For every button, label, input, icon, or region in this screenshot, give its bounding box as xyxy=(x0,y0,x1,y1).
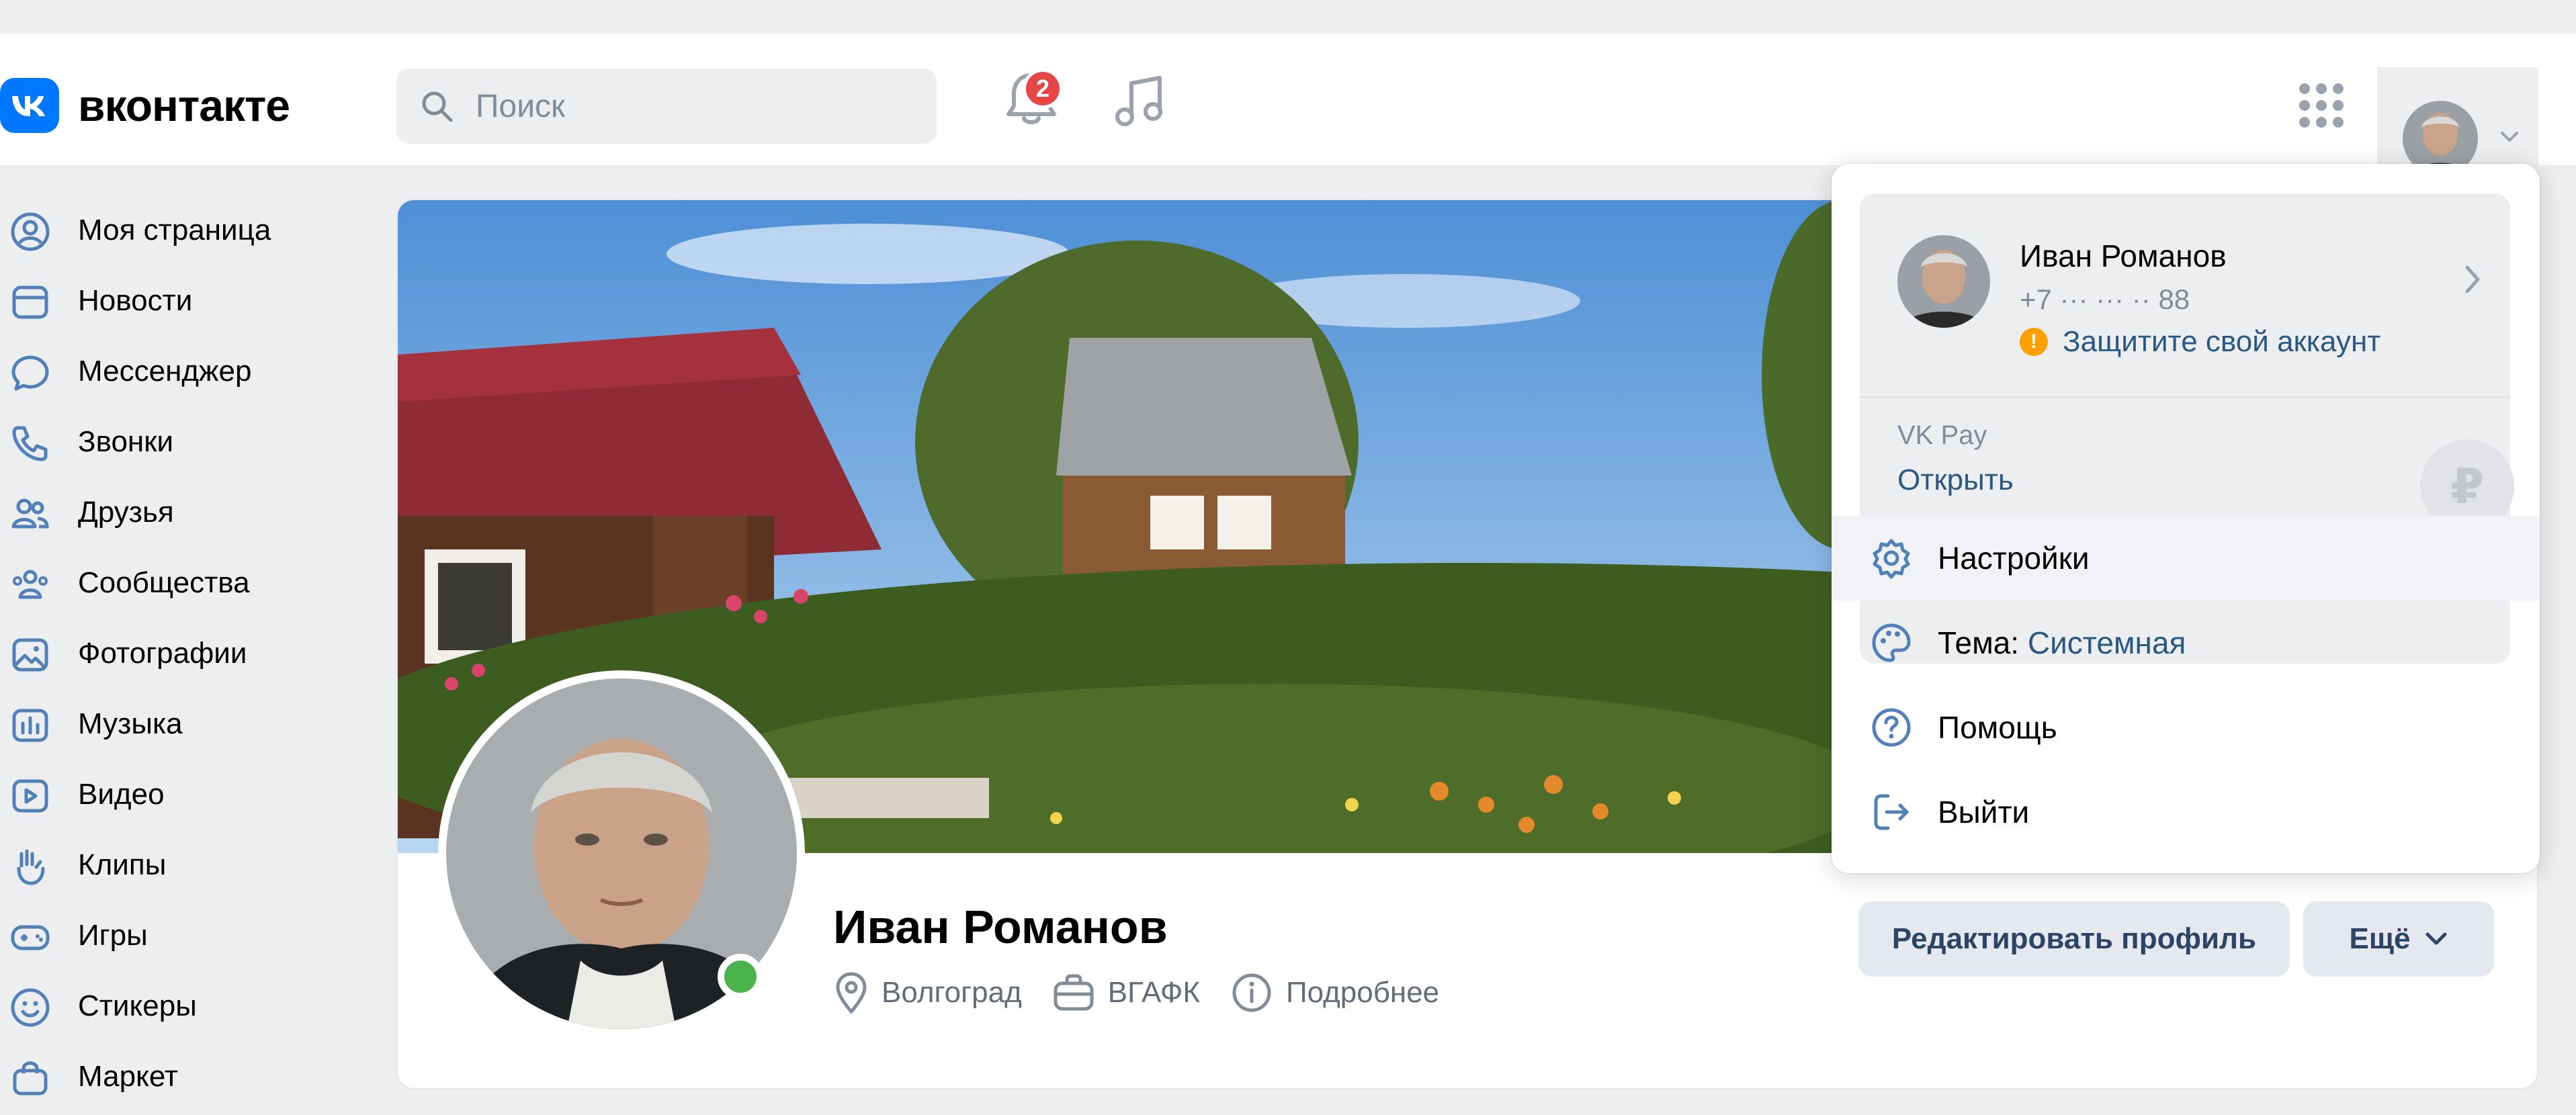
warning-icon: ! xyxy=(2020,328,2048,356)
sidebar-item-label: Маркет xyxy=(78,1059,178,1093)
logout-icon xyxy=(1874,794,1909,830)
more-button-label: Ещё xyxy=(2349,922,2411,955)
sidebar-item-label: Моя страница xyxy=(78,213,271,247)
theme-value: Системная xyxy=(2027,625,2186,660)
sidebar-item-label: Музыка xyxy=(78,707,183,740)
divider xyxy=(1860,396,2510,398)
location-pin-icon xyxy=(836,972,867,1014)
top-header: вконтакте 2 xyxy=(0,34,2576,199)
profile-info-row: Волгоград ВГАФК Подробнее xyxy=(834,971,1470,1014)
vk-logo-icon xyxy=(0,78,59,133)
sidebar-item-label: Сообщества xyxy=(78,566,250,599)
profile-city: Волгоград xyxy=(834,971,1022,1014)
vk-page: вконтакте 2 xyxy=(0,0,2576,1115)
search-input[interactable] xyxy=(476,86,906,126)
music-button[interactable] xyxy=(1110,71,1170,132)
music-chart-icon xyxy=(12,709,48,742)
info-icon xyxy=(1232,973,1271,1012)
more-button[interactable]: Ещё xyxy=(2303,901,2494,977)
help-icon xyxy=(1872,708,1911,747)
sidebar-item-market[interactable]: Маркет xyxy=(0,1041,363,1112)
sidebar-item-video[interactable]: Видео xyxy=(0,759,363,830)
left-sidebar: Моя страница Новости Мессенджер Звонки Д… xyxy=(0,195,363,1112)
apps-button[interactable] xyxy=(2298,82,2345,129)
chevron-down-icon xyxy=(2501,132,2518,142)
account-phone: +7 ··· ··· ·· 88 xyxy=(2020,283,2190,315)
profile-name: Иван Романов xyxy=(833,901,1168,953)
sidebar-item-label: Видео xyxy=(78,777,165,811)
music-note-icon xyxy=(1115,76,1162,126)
sidebar-item-communities[interactable]: Сообщества xyxy=(0,547,363,618)
message-icon xyxy=(11,355,49,391)
sidebar-item-label: Мессенджер xyxy=(78,354,252,388)
menu-theme[interactable]: Тема: Системная xyxy=(1832,600,2540,685)
communities-icon xyxy=(13,570,48,599)
gamepad-icon xyxy=(11,925,50,950)
menu-settings-label: Настройки xyxy=(1938,541,2090,576)
menu-settings[interactable]: Настройки xyxy=(1832,516,2540,600)
search-icon xyxy=(419,89,456,128)
account-name: Иван Романов xyxy=(2020,238,2227,273)
sidebar-item-label: Игры xyxy=(78,918,148,952)
sidebar-item-label: Стикеры xyxy=(78,989,197,1022)
protect-account-text: Защитите свой аккаунт xyxy=(2063,325,2381,358)
user-circle-icon xyxy=(11,212,50,251)
profile-education-text: ВГАФК xyxy=(1107,976,1200,1009)
profile-more-info-link[interactable]: Подробнее xyxy=(1231,972,1439,1014)
clips-icon xyxy=(17,849,45,885)
video-icon xyxy=(12,779,48,813)
sidebar-item-messenger[interactable]: Мессенджер xyxy=(0,336,363,406)
sidebar-item-calls[interactable]: Звонки xyxy=(0,406,363,477)
notification-badge: 2 xyxy=(1023,69,1063,109)
vk-pay-open-link[interactable]: Открыть xyxy=(1897,463,2014,497)
menu-logout-label: Выйти xyxy=(1938,795,2030,830)
online-indicator xyxy=(718,954,763,999)
sidebar-item-label: Звонки xyxy=(78,425,174,458)
sidebar-item-friends[interactable]: Друзья xyxy=(0,477,363,547)
profile-more-info-text: Подробнее xyxy=(1285,976,1440,1009)
sidebar-item-clips[interactable]: Клипы xyxy=(0,830,363,900)
palette-icon xyxy=(1872,623,1911,662)
sidebar-item-games[interactable]: Игры xyxy=(0,900,363,971)
edit-profile-button[interactable]: Редактировать профиль xyxy=(1858,901,2290,977)
profile-dropdown-menu: Иван Романов +7 ··· ··· ·· 88 ! Защитите… xyxy=(1832,164,2540,873)
gear-icon xyxy=(1873,539,1910,579)
sidebar-item-music[interactable]: Музыка xyxy=(0,688,363,759)
vk-pay-title: VK Pay xyxy=(1897,420,1987,450)
sidebar-item-my-page[interactable]: Моя страница xyxy=(0,195,363,265)
sidebar-item-label: Новости xyxy=(78,283,193,317)
sidebar-item-label: Фотографии xyxy=(78,636,247,670)
protect-account-link[interactable]: ! Защитите свой аккаунт xyxy=(2020,325,2380,359)
newsfeed-icon xyxy=(12,285,48,319)
vk-logo[interactable]: вконтакте xyxy=(0,78,290,133)
chevron-down-icon xyxy=(2425,932,2447,945)
vk-logo-text: вконтакте xyxy=(78,81,290,130)
sidebar-item-stickers[interactable]: Стикеры xyxy=(0,971,363,1041)
sidebar-item-label: Друзья xyxy=(78,495,174,529)
apps-grid-icon xyxy=(2299,83,2344,128)
menu-logout[interactable]: Выйти xyxy=(1832,770,2540,854)
phone-icon xyxy=(12,426,48,461)
sidebar-item-photos[interactable]: Фотографии xyxy=(0,618,363,688)
smile-icon xyxy=(11,988,50,1027)
profile-city-text: Волгоград xyxy=(882,976,1022,1009)
menu-help[interactable]: Помощь xyxy=(1832,685,2540,770)
sidebar-item-label: Клипы xyxy=(78,848,167,881)
briefcase-icon xyxy=(1054,974,1094,1011)
menu-help-label: Помощь xyxy=(1938,710,2057,745)
account-avatar xyxy=(1897,235,1990,328)
chevron-right-icon xyxy=(2465,265,2480,294)
sidebar-item-news[interactable]: Новости xyxy=(0,265,363,336)
search-box[interactable] xyxy=(396,69,937,144)
menu-theme-label: Тема: Системная xyxy=(1938,625,2186,661)
photo-icon xyxy=(12,638,48,672)
bag-icon xyxy=(13,1061,48,1096)
friends-icon xyxy=(11,498,49,529)
theme-label: Тема: xyxy=(1938,625,2020,660)
profile-education: ВГАФК xyxy=(1053,974,1200,1012)
